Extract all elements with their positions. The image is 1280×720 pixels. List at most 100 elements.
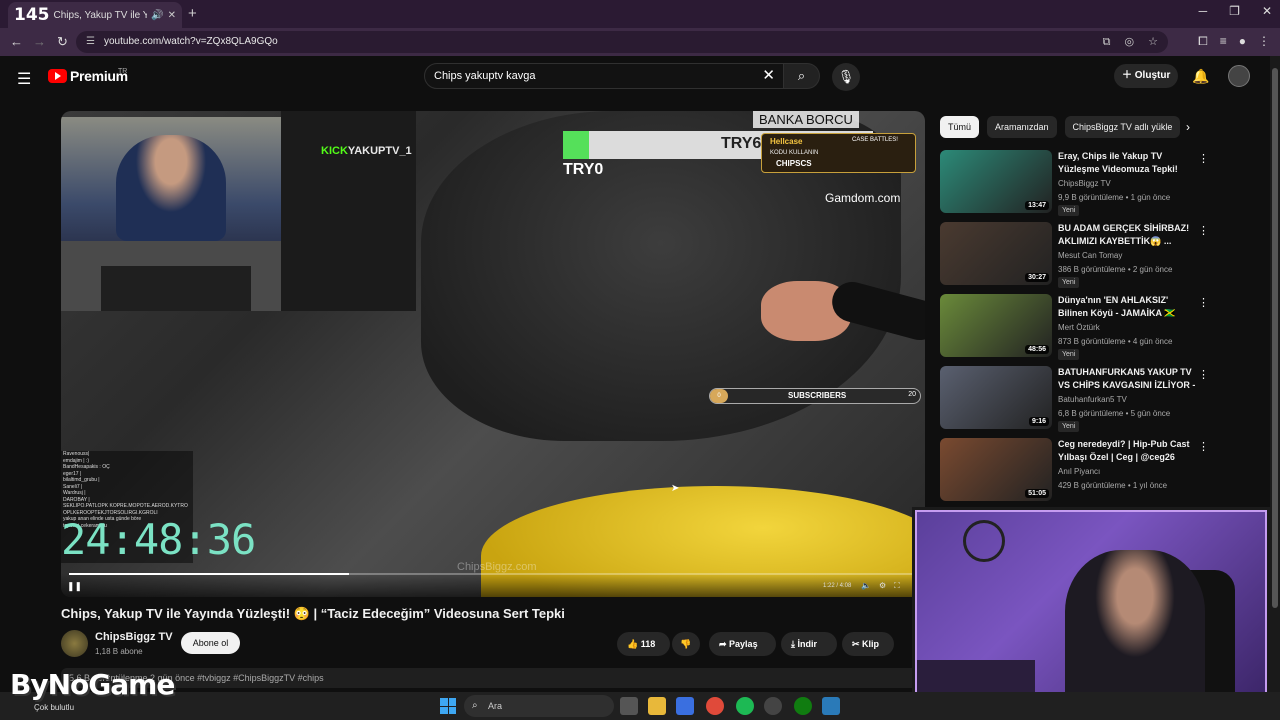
create-button[interactable]: ＋ Oluştur [1114, 64, 1178, 88]
video-timeline[interactable] [69, 573, 917, 575]
forward-icon[interactable]: → [33, 34, 46, 49]
back-icon[interactable]: ← [10, 34, 23, 49]
more-actions-icon[interactable]: ⋮ [1198, 368, 1209, 381]
menu-kebab-icon[interactable]: ⋮ [1258, 34, 1270, 49]
more-actions-icon[interactable]: ⋮ [1198, 224, 1209, 237]
settings-gear-icon[interactable]: ⚙ [879, 581, 886, 591]
media-controls-icon[interactable]: ≡ [1220, 34, 1227, 49]
browser-tab[interactable]: 145 Chips, Yakup TV ile Yayında 🔊 ✕ [8, 2, 182, 28]
file-explorer-icon[interactable] [648, 697, 666, 715]
cast-icon[interactable]: ⧉ [1103, 31, 1111, 53]
channel-name[interactable]: ChipsBiggz TV [95, 631, 173, 643]
task-view-icon[interactable] [620, 697, 638, 715]
channel-avatar[interactable] [61, 630, 88, 657]
recommendation-title[interactable]: Eray, Chips ile Yakup TV Yüzleşme Videom… [1058, 150, 1196, 176]
mouse-cursor-icon: ➤ [671, 483, 680, 494]
share-button[interactable]: ➦ Paylaş [709, 632, 776, 656]
speaker-icon[interactable]: 🔊 [151, 10, 163, 21]
recommendation-thumbnail[interactable]: 51:05 [940, 438, 1052, 501]
recommendation-card[interactable]: 13:47 Eray, Chips ile Yakup TV Yüzleşme V… [940, 150, 1210, 216]
clip-button[interactable]: ✂ Klip [842, 632, 894, 656]
overlay-banka-borcu: BANKA BORCU [753, 111, 859, 128]
hamburger-menu-icon[interactable]: ☰ [17, 69, 31, 89]
chip-channel-uploads[interactable]: ChipsBiggz TV adlı yükle [1064, 116, 1181, 138]
scissors-icon: ✂ [852, 639, 863, 649]
download-button[interactable]: ⤓ İndir [781, 632, 837, 656]
recommendation-title[interactable]: Ceg neredeydi? | Hip-Pub Cast Yılbaşı Öz… [1058, 438, 1196, 464]
notifications-bell-icon[interactable]: 🔔 [1192, 68, 1209, 85]
chevron-right-icon[interactable]: › [1186, 120, 1190, 134]
reload-icon[interactable]: ↻ [57, 34, 68, 50]
more-actions-icon[interactable]: ⋮ [1198, 152, 1209, 165]
close-window-icon[interactable]: ✕ [1262, 4, 1272, 18]
site-info-icon[interactable]: ☰ [86, 31, 95, 53]
fullscreen-icon[interactable]: ⛶ [894, 581, 900, 591]
recommendation-title[interactable]: BU ADAM GERÇEK SİHİRBAZ! AKLIMIZI KAYBET… [1058, 222, 1196, 248]
volume-icon[interactable]: 🔈 [861, 581, 871, 591]
video-player[interactable]: KICKYAKUPTV_1 BANKA BORCU TRY6 TRY0 Hell… [61, 111, 925, 597]
pause-icon[interactable]: ❚❚ [67, 581, 82, 592]
chip-from-search[interactable]: Aramanızdan [987, 116, 1057, 138]
profile-icon[interactable]: ● [1239, 34, 1246, 49]
recommendation-thumbnail[interactable]: 48:56 [940, 294, 1052, 357]
recommendation-thumbnail[interactable]: 9:16 [940, 366, 1052, 429]
xbox-icon[interactable] [794, 697, 812, 715]
bookmark-star-icon[interactable]: ☆ [1148, 31, 1158, 53]
address-bar[interactable]: ☰ youtube.com/watch?v=ZQx8QLA9GQo ⧉ ◎ ☆ [76, 31, 1168, 53]
minimize-icon[interactable]: ─ [1199, 4, 1208, 18]
more-actions-icon[interactable]: ⋮ [1198, 440, 1209, 453]
taskbar-search[interactable]: ⌕ Ara [464, 695, 614, 717]
browser-tabbar: 145 Chips, Yakup TV ile Yayında 🔊 ✕ + ─ … [0, 0, 1280, 28]
microphone-icon: 🎙 [837, 69, 855, 84]
like-button[interactable]: 👍 118 [617, 632, 670, 656]
subscribe-button[interactable]: Abone ol [181, 632, 240, 654]
spotify-icon[interactable] [736, 697, 754, 715]
store-icon[interactable] [676, 697, 694, 715]
clear-search-icon[interactable]: ✕ [762, 64, 775, 88]
close-tab-icon[interactable]: ✕ [168, 10, 176, 21]
new-badge: Yeni [1058, 349, 1080, 360]
recommendation-channel[interactable]: Mert Öztürk [1058, 323, 1100, 332]
recommendation-channel[interactable]: Mesut Can Tomay [1058, 251, 1122, 260]
recommendation-thumbnail[interactable]: 30:27 [940, 222, 1052, 285]
recommendation-channel[interactable]: ChipsBiggz TV [1058, 179, 1111, 188]
recommendation-title[interactable]: Dünya'nın 'EN AHLAKSIZ' Bilinen Köyü - J… [1058, 294, 1196, 320]
page-scrollbar[interactable] [1270, 56, 1280, 692]
video-duration: 51:05 [1025, 489, 1049, 498]
windows-start-icon[interactable] [440, 698, 456, 714]
recommendation-thumbnail[interactable]: 13:47 [940, 150, 1052, 213]
windows-taskbar: ⌕ Ara [0, 692, 1280, 720]
description-box[interactable]: 5,6 B görüntülenme 2 gün önce #tvbiggz #… [61, 668, 925, 688]
search-button[interactable]: ⌕ [784, 63, 820, 89]
related-filter-chips: Tümü Aramanızdan ChipsBiggz TV adlı yükl… [940, 116, 1181, 138]
tracking-off-icon[interactable]: ◎ [1125, 31, 1135, 53]
tab-count-badge: 145 [14, 5, 50, 25]
dislike-button[interactable]: 👎 [672, 632, 700, 656]
scrollbar-thumb[interactable] [1272, 68, 1278, 608]
restore-icon[interactable]: ❐ [1229, 4, 1240, 18]
obs-icon[interactable] [764, 697, 782, 715]
video-duration: 9:16 [1028, 417, 1049, 426]
video-title: Chips, Yakup TV ile Yayında Yüzleşti! 😳 … [61, 606, 565, 621]
voice-search-button[interactable]: 🎙 [832, 63, 860, 91]
recommendation-channel[interactable]: Anıl Piyancı [1058, 467, 1100, 476]
new-badge: Yeni [1058, 421, 1080, 432]
time-display: 1:22 / 4:08 [823, 583, 852, 589]
recommendation-card[interactable]: 9:16 BATUHANFURKAN5 YAKUP TV VS CHİPS KAV… [940, 366, 1210, 432]
video-duration: 13:47 [1025, 201, 1049, 210]
search-input[interactable]: Chips yakuptv kavga ✕ [424, 63, 784, 89]
recommendation-card[interactable]: 48:56 Dünya'nın 'EN AHLAKSIZ' Bilinen Köy… [940, 294, 1210, 360]
recommendation-channel[interactable]: Batuhanfurkan5 TV [1058, 395, 1127, 404]
browser-toolbar: ← → ↻ ☰ youtube.com/watch?v=ZQx8QLA9GQo … [0, 28, 1280, 56]
more-actions-icon[interactable]: ⋮ [1198, 296, 1209, 309]
youtube-logo[interactable]: Premium [48, 68, 128, 84]
recommendation-card[interactable]: 30:27 BU ADAM GERÇEK SİHİRBAZ! AKLIMIZI K… [940, 222, 1210, 288]
new-tab-icon[interactable]: + [188, 5, 197, 22]
chrome-icon[interactable] [706, 697, 724, 715]
chip-all[interactable]: Tümü [940, 116, 980, 138]
account-avatar[interactable] [1228, 65, 1250, 87]
notepad-icon[interactable] [822, 697, 840, 715]
recommendation-title[interactable]: BATUHANFURKAN5 YAKUP TV VS CHİPS KAVGASI… [1058, 366, 1196, 392]
recommendation-card[interactable]: 51:05 Ceg neredeydi? | Hip-Pub Cast Yılba… [940, 438, 1210, 502]
extensions-icon[interactable]: ⧠ [1198, 34, 1208, 49]
